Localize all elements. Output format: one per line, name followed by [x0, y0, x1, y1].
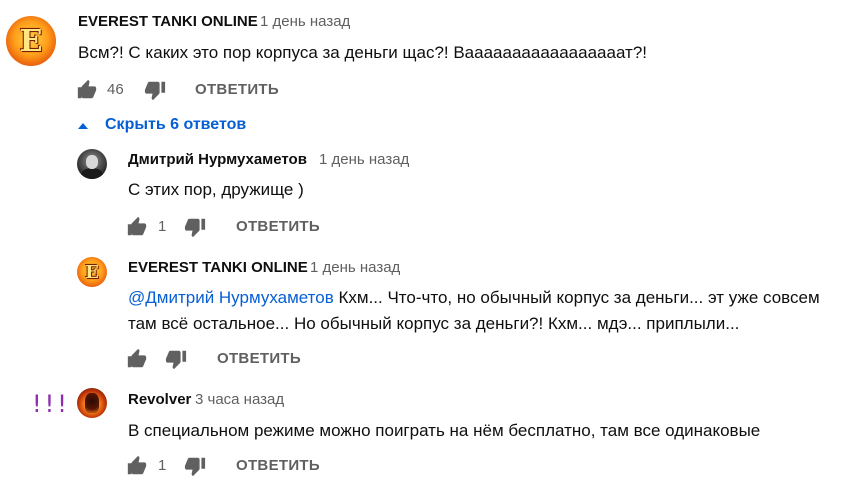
reply-button[interactable]: ОТВЕТИТЬ — [195, 81, 279, 98]
chevron-up-icon — [78, 122, 88, 129]
reply-author[interactable]: EVEREST TANKI ONLINE — [128, 259, 308, 276]
thumbs-down-icon[interactable] — [165, 348, 187, 370]
avatar[interactable] — [77, 149, 107, 179]
avatar-face — [86, 155, 98, 169]
reply-button[interactable]: ОТВЕТИТЬ — [217, 350, 301, 367]
reply-button[interactable]: ОТВЕТИТЬ — [236, 457, 320, 474]
thumbs-up-icon[interactable] — [76, 79, 98, 101]
avatar-figure — [85, 393, 99, 413]
avatar[interactable] — [77, 388, 107, 418]
reply-text: @Дмитрий Нурмухаметов Кхм... Что-что, но… — [128, 288, 820, 308]
like-count: 46 — [107, 81, 124, 98]
thumbs-up-icon[interactable] — [126, 216, 148, 238]
thumbs-down-icon[interactable] — [184, 216, 206, 238]
reply-time[interactable]: 1 день назад — [310, 259, 400, 276]
reply-text: В специальном режиме можно поиграть на н… — [128, 421, 761, 440]
comment-time[interactable]: 1 день назад — [260, 13, 350, 30]
hide-replies-button[interactable]: Скрыть 6 ответов — [78, 116, 246, 134]
reply-actions: ОТВЕТИТЬ — [126, 348, 426, 372]
reply-time[interactable]: 1 день назад — [319, 151, 409, 168]
thumbs-up-icon[interactable] — [126, 348, 148, 370]
avatar[interactable]: E — [77, 257, 107, 287]
avatar-figure — [81, 168, 103, 179]
like-count: 1 — [158, 457, 167, 474]
annotation-marks: !!! — [32, 390, 70, 418]
reply-button[interactable]: ОТВЕТИТЬ — [236, 218, 320, 235]
thumbs-up-icon[interactable] — [126, 455, 148, 477]
comment-actions: 46 ОТВЕТИТЬ — [76, 79, 376, 103]
avatar-letter: E — [85, 261, 99, 283]
avatar-letter: E — [19, 23, 43, 59]
reply-actions: 1 ОТВЕТИТЬ — [126, 455, 426, 479]
thumbs-down-icon[interactable] — [184, 455, 206, 477]
comment-text: Всм?! С каких это пор корпуса за деньги … — [78, 43, 648, 62]
reply-time[interactable]: 3 часа назад — [195, 391, 284, 408]
reply-author[interactable]: Revolver — [128, 391, 191, 408]
hide-replies-label: Скрыть 6 ответов — [105, 116, 247, 133]
reply-text: С этих пор, дружище ) — [128, 180, 304, 199]
mention-link[interactable]: @Дмитрий Нурмухаметов — [128, 288, 334, 307]
thumbs-down-icon[interactable] — [144, 79, 166, 101]
reply-actions: 1 ОТВЕТИТЬ — [126, 216, 426, 240]
reply-text-line-1: Кхм... Что-что, но обычный корпус за ден… — [333, 288, 820, 307]
avatar[interactable]: E — [6, 16, 56, 66]
reply-author[interactable]: Дмитрий Нурмухаметов — [128, 151, 307, 168]
comments-section: E EVEREST TANKI ONLINE 1 день назад Всм?… — [0, 0, 844, 486]
comment-author[interactable]: EVEREST TANKI ONLINE — [78, 13, 258, 30]
reply-text-line-2: там всё остальное... Но обычный корпус з… — [128, 314, 740, 333]
like-count: 1 — [158, 218, 167, 235]
